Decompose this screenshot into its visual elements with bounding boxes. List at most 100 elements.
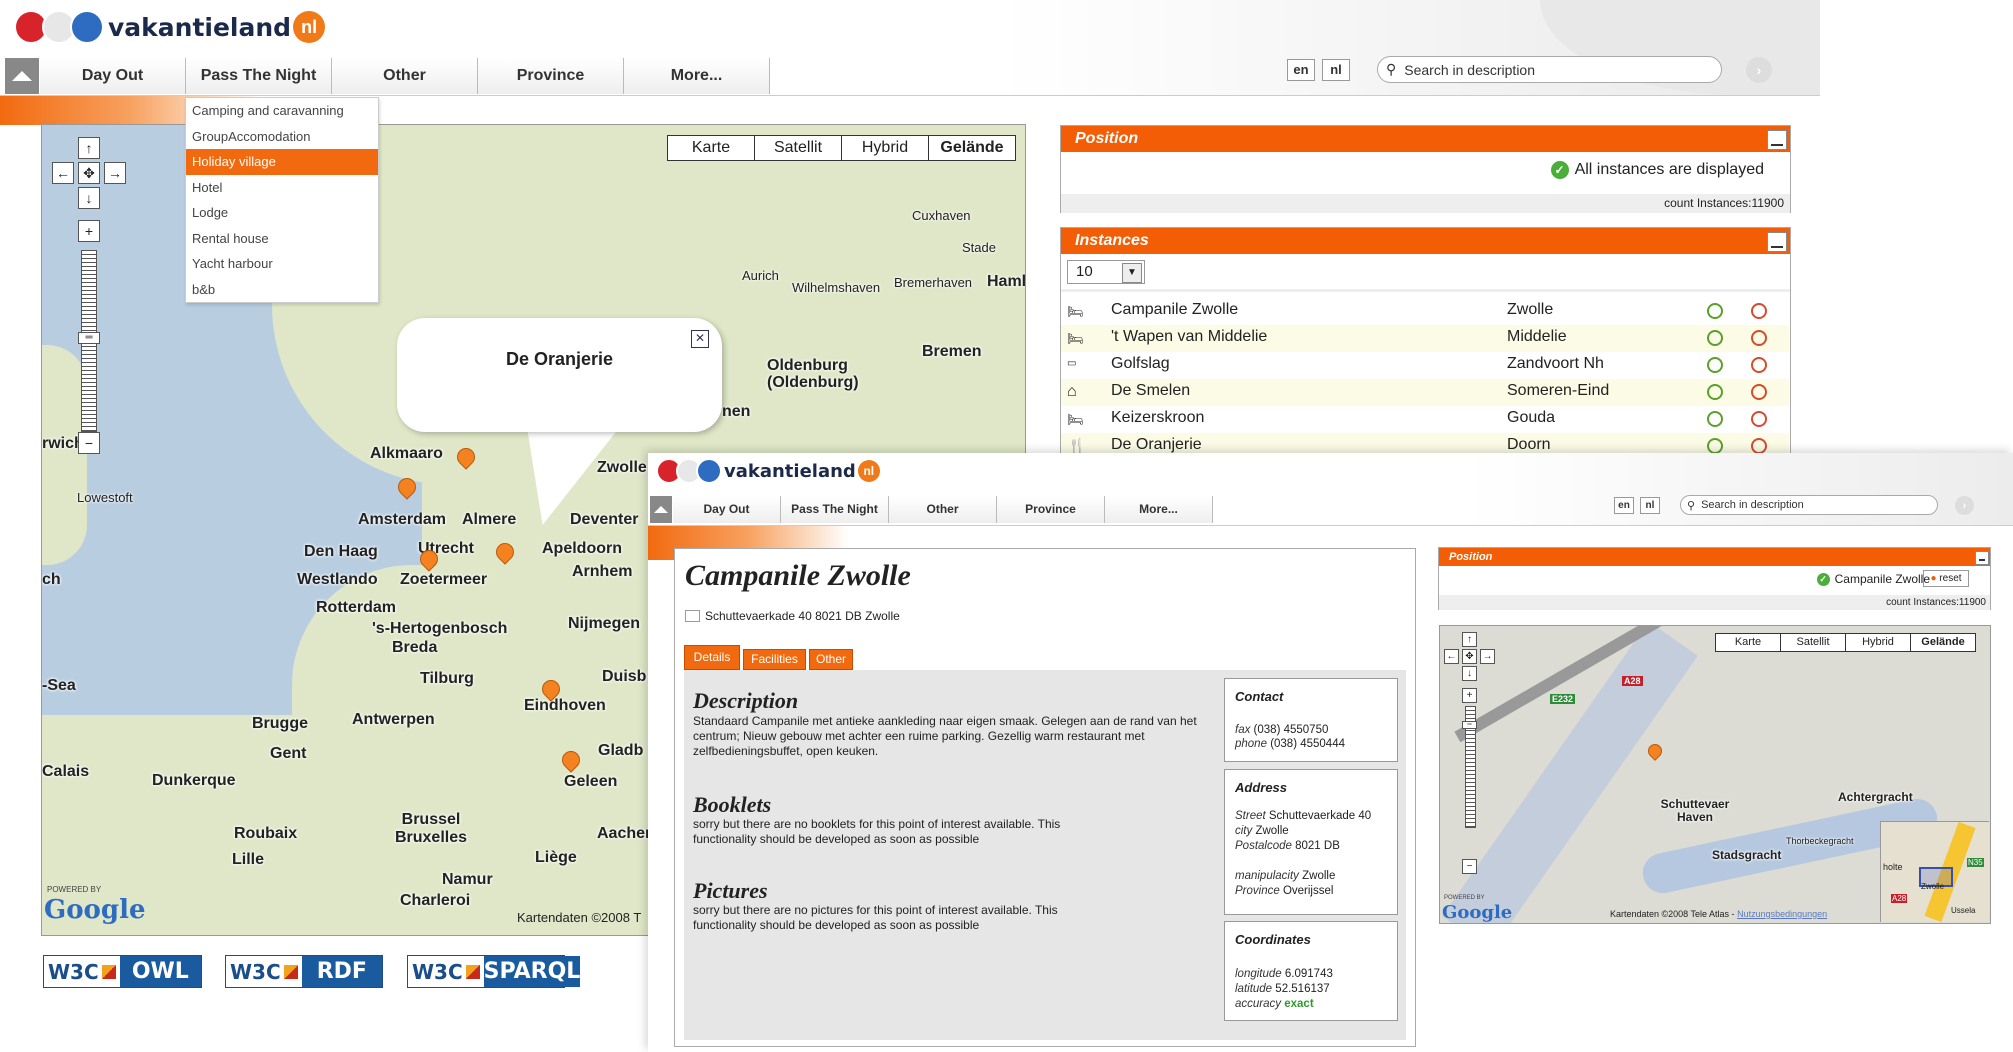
pan-up-icon[interactable]: ↑ <box>1462 632 1477 647</box>
tab-details[interactable]: Details <box>684 645 740 670</box>
position-panel-title: Position <box>1439 548 1990 566</box>
dropdown-item[interactable]: Camping and caravanning <box>186 98 378 124</box>
map-marker[interactable] <box>1645 741 1665 761</box>
zoom-in-icon[interactable]: + <box>1462 688 1477 703</box>
instance-row[interactable]: 🛏 Campanile Zwolle Zwolle <box>1061 298 1789 325</box>
lang-en[interactable]: en <box>1287 59 1315 81</box>
zoom-to-icon[interactable] <box>1707 384 1723 400</box>
map-label: Breda <box>392 639 438 656</box>
pan-up-icon[interactable]: ↑ <box>78 137 100 159</box>
pan-center-icon[interactable]: ✥ <box>78 162 100 184</box>
close-icon[interactable]: ✕ <box>691 330 709 348</box>
w3c-owl-badge[interactable]: W3C OWL <box>43 955 202 988</box>
search-input[interactable]: ⚲ Search in description <box>1377 56 1722 83</box>
instance-name[interactable]: Golfslag <box>1111 355 1170 373</box>
search-go-button[interactable]: › <box>1746 57 1772 83</box>
tab-other[interactable]: Other <box>809 649 853 670</box>
instance-name[interactable]: De Oranjerie <box>1111 436 1202 454</box>
map-type-hybrid[interactable]: Hybrid <box>1846 634 1911 651</box>
pan-left-icon[interactable]: ← <box>52 162 74 184</box>
zoom-slider-handle[interactable]: ═ <box>1462 721 1477 729</box>
pan-down-icon[interactable]: ↓ <box>78 187 100 209</box>
nav-province[interactable]: Province <box>997 496 1105 523</box>
lang-en[interactable]: en <box>1614 497 1634 514</box>
zoom-in-icon[interactable]: + <box>78 220 100 242</box>
map-label: Apeldoorn <box>542 540 622 557</box>
pan-down-icon[interactable]: ↓ <box>1462 666 1477 681</box>
nav-pass-the-night[interactable]: Pass The Night <box>781 496 889 523</box>
nav-province[interactable]: Province <box>478 58 624 94</box>
instance-row[interactable]: ▭ Golfslag Zandvoort Nh <box>1061 352 1789 379</box>
page-size-select[interactable]: 10 ▼ <box>1067 260 1145 284</box>
lang-nl[interactable]: nl <box>1640 497 1660 514</box>
minimize-icon[interactable] <box>1767 130 1787 150</box>
nav-more[interactable]: More... <box>624 58 770 94</box>
nav-pass-the-night[interactable]: Pass The Night <box>186 58 332 94</box>
instance-name[interactable]: De Smelen <box>1111 382 1190 400</box>
dropdown-item-active[interactable]: Holiday village <box>186 149 378 175</box>
instance-row[interactable]: 🛏 Keizerskroon Gouda <box>1061 406 1789 433</box>
map-type-karte[interactable]: Karte <box>1716 634 1781 651</box>
pan-center-icon[interactable]: ✥ <box>1462 649 1477 664</box>
search-input[interactable]: ⚲ Search in description <box>1680 495 1938 515</box>
zoom-to-icon[interactable] <box>1707 303 1723 319</box>
instance-name[interactable]: Campanile Zwolle <box>1111 301 1238 319</box>
nav-day-out[interactable]: Day Out <box>40 58 186 94</box>
nav-other[interactable]: Other <box>332 58 478 94</box>
pan-left-icon[interactable]: ← <box>1444 649 1459 664</box>
map-type-satellit[interactable]: Satellit <box>1781 634 1846 651</box>
detail-map[interactable]: Schuttevaer Haven Achtergracht Stadsgrac… <box>1439 625 1991 924</box>
map-type-hybrid[interactable]: Hybrid <box>842 136 929 160</box>
zoom-out-icon[interactable]: − <box>1462 859 1477 874</box>
w3c-sparql-badge[interactable]: W3C SPARQL <box>407 955 581 988</box>
remove-zoom-icon[interactable] <box>1751 411 1767 427</box>
zoom-out-icon[interactable]: − <box>78 432 100 454</box>
search-go-button[interactable]: › <box>1955 496 1974 515</box>
logo[interactable]: vakantieland nl <box>656 458 880 484</box>
remove-zoom-icon[interactable] <box>1751 384 1767 400</box>
remove-zoom-icon[interactable] <box>1751 303 1767 319</box>
overview-inset[interactable]: holte A28 Zwolle Ussela N35 <box>1880 821 1989 923</box>
minimize-icon[interactable] <box>1975 551 1989 565</box>
map-type-karte[interactable]: Karte <box>668 136 755 160</box>
minimize-icon[interactable] <box>1767 232 1787 252</box>
map-type-gelande[interactable]: Gelände <box>929 136 1015 160</box>
w3c-rdf-badge[interactable]: W3C RDF <box>225 955 383 988</box>
remove-zoom-icon[interactable] <box>1751 330 1767 346</box>
instances-divider <box>1061 289 1790 292</box>
home-button[interactable] <box>5 58 39 94</box>
remove-zoom-icon[interactable] <box>1751 357 1767 373</box>
zoom-to-icon[interactable] <box>1707 438 1723 454</box>
home-button[interactable] <box>650 496 672 523</box>
remove-zoom-icon[interactable] <box>1751 438 1767 454</box>
header-divider <box>0 95 1820 96</box>
zoom-to-icon[interactable] <box>1707 357 1723 373</box>
w3c-text: W3C <box>230 959 281 984</box>
nav-more[interactable]: More... <box>1105 496 1213 523</box>
logo[interactable]: vakantieland nl <box>14 10 326 44</box>
instance-name[interactable]: Keizerskroon <box>1111 409 1204 427</box>
dropdown-item[interactable]: b&b <box>186 277 378 303</box>
dropdown-item[interactable]: Yacht harbour <box>186 251 378 277</box>
map-type-satellit[interactable]: Satellit <box>755 136 842 160</box>
zoom-to-icon[interactable] <box>1707 330 1723 346</box>
dropdown-item[interactable]: Rental house <box>186 226 378 252</box>
nav-other[interactable]: Other <box>889 496 997 523</box>
lang-nl[interactable]: nl <box>1322 59 1350 81</box>
map-type-gelande[interactable]: Gelände <box>1911 634 1975 651</box>
tab-facilities[interactable]: Facilities <box>743 649 806 670</box>
terms-link[interactable]: Nutzungsbedingungen <box>1737 909 1827 919</box>
pan-right-icon[interactable]: → <box>1480 649 1495 664</box>
dropdown-item[interactable]: Hotel <box>186 175 378 201</box>
pan-right-icon[interactable]: → <box>104 162 126 184</box>
dropdown-item[interactable]: Lodge <box>186 200 378 226</box>
instance-row[interactable]: ⌂ De Smelen Someren-Eind <box>1061 379 1789 406</box>
zoom-to-icon[interactable] <box>1707 411 1723 427</box>
instance-name[interactable]: 't Wapen van Middelie <box>1111 328 1267 346</box>
nav-day-out[interactable]: Day Out <box>673 496 781 523</box>
dropdown-item[interactable]: GroupAccomodation <box>186 124 378 150</box>
instance-row[interactable]: 🍴 De Oranjerie Doorn <box>1061 433 1789 454</box>
instance-row[interactable]: 🛏 't Wapen van Middelie Middelie <box>1061 325 1789 352</box>
zoom-slider-handle[interactable]: ═ <box>78 332 100 344</box>
reset-button[interactable]: ● reset <box>1923 570 1969 587</box>
